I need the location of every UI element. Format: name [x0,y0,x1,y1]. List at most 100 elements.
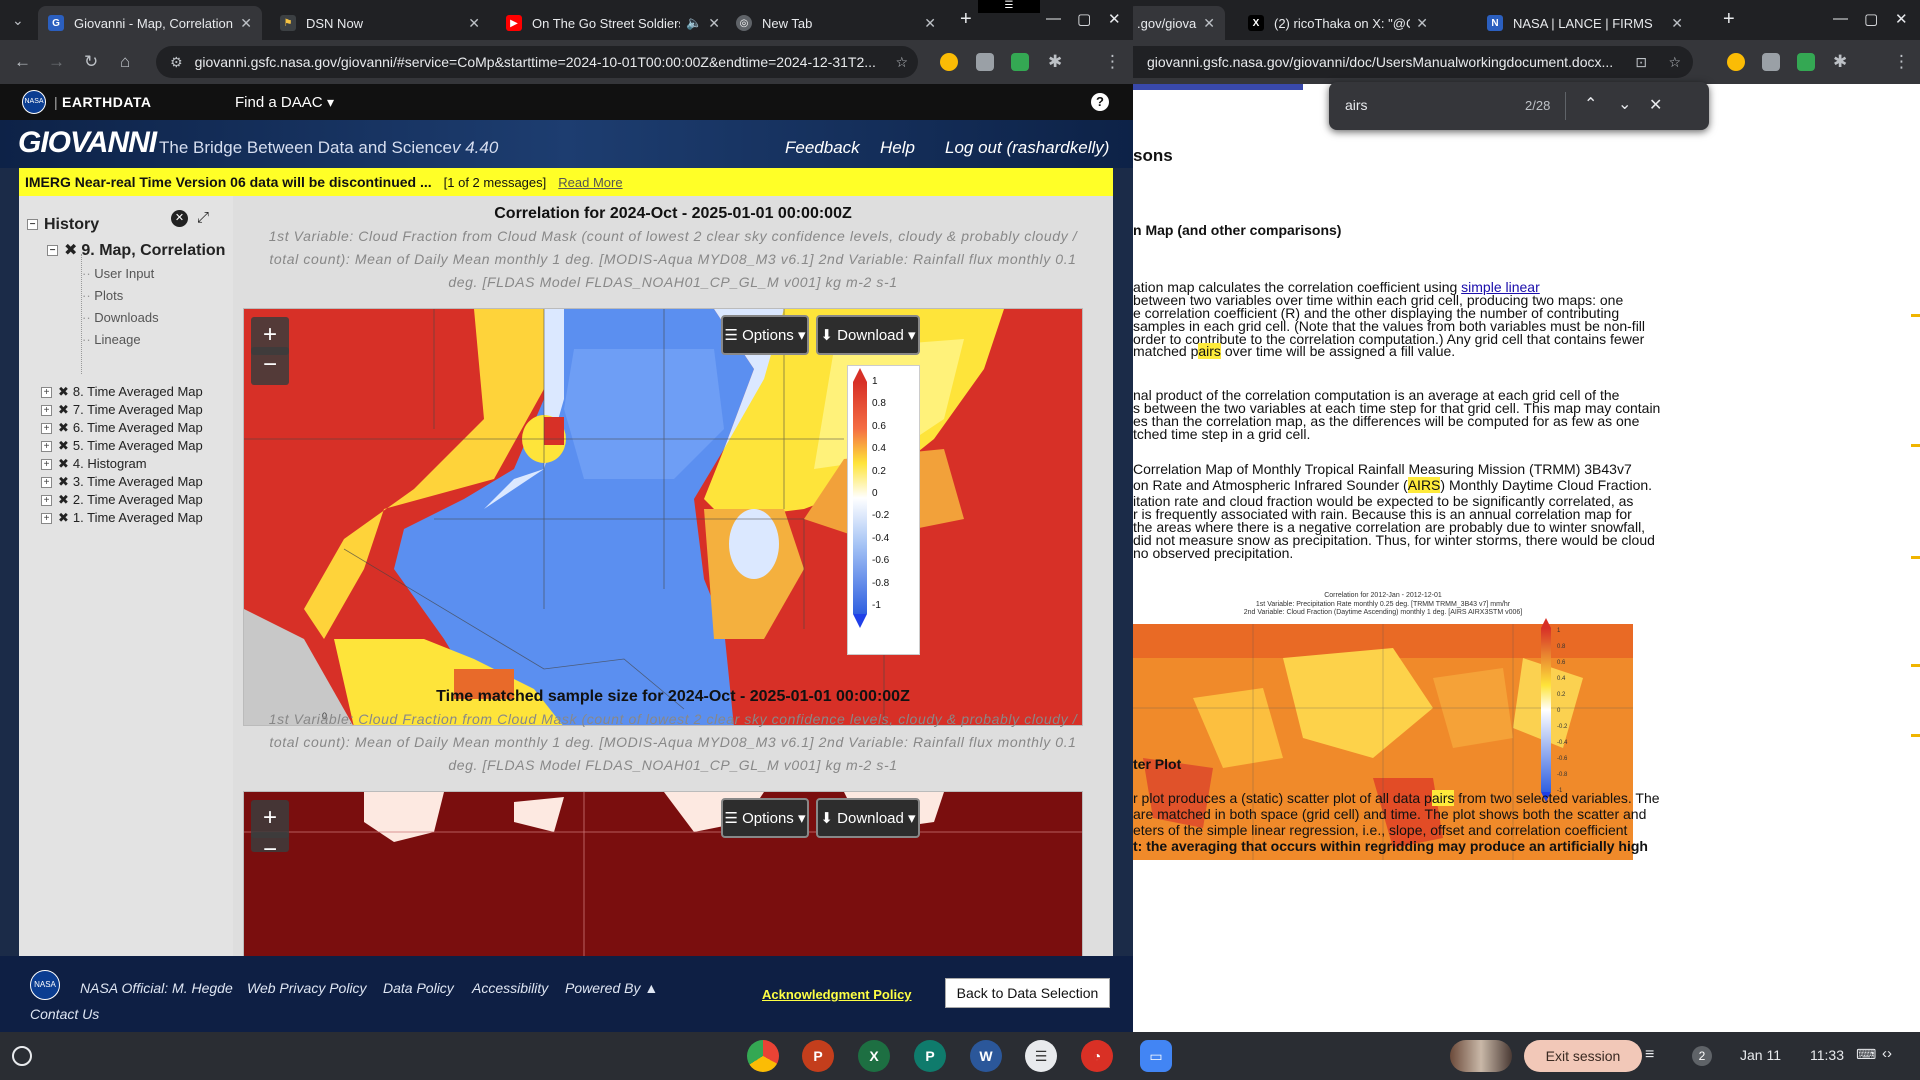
close-tab-icon[interactable]: ✕ [708,15,720,32]
notification-badge[interactable]: 2 [1692,1046,1712,1066]
privacy-link[interactable]: Web Privacy Policy [247,980,367,996]
remove-icon[interactable]: ✖ [58,492,69,507]
clear-history-icon[interactable]: ✕ [171,210,188,227]
find-daac-menu[interactable]: Find a DAAC [235,94,323,111]
home-icon[interactable]: ⌂ [120,52,130,72]
tab-firms[interactable]: N NASA | LANCE | FIRMS ✕ [1477,6,1693,40]
new-tab-button[interactable]: + [960,8,972,31]
powered-by-link[interactable]: Powered By ▲ [565,980,658,996]
read-more-link[interactable]: Read More [558,175,622,190]
menu-kebab-icon[interactable]: ⋮ [1893,52,1910,72]
tab-youtube[interactable]: ▶ On The Go Street Soldiers 🔈 ✕ [496,6,730,40]
history-item-current[interactable]: − ✖ 9. Map, Correlation [47,240,225,260]
timer-app-icon[interactable]: ◔ [1081,1040,1113,1072]
date-display[interactable]: Jan 11 [1740,1047,1781,1063]
word-app-icon[interactable]: W [970,1040,1002,1072]
contact-link[interactable]: Contact Us [30,1006,99,1022]
docs-app-icon[interactable]: ☰ [1025,1040,1057,1072]
exit-session-button[interactable]: Exit session [1524,1040,1642,1072]
history-item[interactable]: + ✖ 5. Time Averaged Map [41,438,203,454]
green-extension-icon[interactable] [1011,53,1029,71]
maximize-icon[interactable]: ▢ [1077,10,1091,28]
expand-icon[interactable]: ⤢ [197,209,209,226]
collapse-icon[interactable]: − [27,219,38,231]
tote-icon[interactable]: ≡ [1645,1046,1654,1064]
history-header[interactable]: − History [27,216,99,234]
tab-giovanni-doc[interactable]: .gov/giovan ✕ [1133,6,1225,40]
tab-giovanni[interactable]: G Giovanni - Map, Correlation ✕ [38,6,262,40]
remove-icon[interactable]: ✖ [58,384,69,399]
address-bar[interactable]: ⚙ giovanni.gsfc.nasa.gov/giovanni/#servi… [156,46,918,78]
nasa-logo-icon[interactable]: NASA [22,90,46,114]
close-tab-icon[interactable]: ✕ [240,15,252,32]
logout-link[interactable]: Log out (rashardkelly) [945,138,1109,158]
history-item[interactable]: + ✖ 6. Time Averaged Map [41,420,203,436]
extensions-puzzle-icon[interactable]: ✱ [1833,52,1847,72]
sub-downloads[interactable]: ·· Downloads [82,310,159,325]
find-next-icon[interactable]: ⌄ [1618,94,1631,114]
find-input[interactable]: airs [1345,97,1368,113]
tab-x-post[interactable]: X (2) ricoThaka on X: "@CENTCO ✕ [1238,6,1438,40]
giovanni-logo[interactable]: GIOVANNI [18,126,157,160]
nasa-meatball-icon[interactable]: NASA [30,970,60,1000]
tab-dsn-now[interactable]: ⚑ DSN Now ✕ [270,6,490,40]
copy-extension-icon[interactable] [976,53,994,71]
sub-user-input[interactable]: ·· User Input [82,266,154,281]
close-tab-icon[interactable]: ✕ [1671,15,1683,32]
address-bar[interactable]: giovanni.gsfc.nasa.gov/giovanni/doc/User… [1133,46,1693,78]
close-tab-icon[interactable]: ✕ [1416,15,1428,32]
keyboard-icon[interactable]: ⌨ [1856,1046,1876,1063]
history-item[interactable]: + ✖ 2. Time Averaged Map [41,492,203,508]
publisher-app-icon[interactable]: P [914,1040,946,1072]
remove-icon[interactable]: ✖ [58,420,69,435]
powerpoint-app-icon[interactable]: P [802,1040,834,1072]
feedback-link[interactable]: Feedback [785,138,860,158]
tab-search-icon[interactable]: ⌄ [12,12,24,29]
remove-icon[interactable]: ✖ [64,242,77,259]
correlation-map[interactable]: 0 + − ☰ Options ▾ ⬇ Download ▾ 1 0.8 0.6… [243,308,1083,726]
expand-icon[interactable]: + [41,495,52,507]
data-policy-link[interactable]: Data Policy [383,980,454,996]
expand-icon[interactable]: + [41,513,52,525]
help-icon[interactable]: ? [1091,93,1109,111]
close-tab-icon[interactable]: ✕ [924,15,936,32]
expand-icon[interactable]: + [41,387,52,399]
drag-handle[interactable]: ☰ [978,0,1040,13]
chrome-app-icon[interactable] [747,1040,779,1072]
reader-icon[interactable]: ⊡ [1635,54,1647,71]
expand-icon[interactable]: + [41,477,52,489]
zoom-out-button[interactable]: − [251,832,289,863]
minimize-icon[interactable]: — [1833,10,1848,27]
remove-icon[interactable]: ✖ [58,510,69,525]
green-extension-icon[interactable] [1797,53,1815,71]
find-close-icon[interactable]: ✕ [1649,95,1662,115]
expand-icon[interactable]: + [41,441,52,453]
launcher-icon[interactable] [12,1046,32,1066]
collapse-icon[interactable]: − [47,245,58,257]
bookmark-star-icon[interactable]: ☆ [895,54,908,71]
sub-lineage[interactable]: ·· Lineage [82,332,141,347]
back-to-data-selection-button[interactable]: Back to Data Selection [945,978,1110,1008]
chrome-extension-icon[interactable] [1727,53,1745,71]
forward-icon[interactable]: → [48,52,65,72]
close-tab-icon[interactable]: ✕ [468,15,480,32]
bookmark-star-icon[interactable]: ☆ [1668,54,1681,71]
history-item[interactable]: + ✖ 3. Time Averaged Map [41,474,203,490]
minimize-icon[interactable]: — [1046,10,1061,27]
reload-icon[interactable]: ↻ [84,52,98,72]
new-tab-button[interactable]: + [1723,8,1735,31]
history-item[interactable]: + ✖ 7. Time Averaged Map [41,402,203,418]
excel-app-icon[interactable]: X [858,1040,890,1072]
history-item[interactable]: + ✖ 4. Histogram [41,456,147,472]
expand-icon[interactable]: + [41,405,52,417]
site-info-icon[interactable]: ⚙ [170,54,183,71]
remove-icon[interactable]: ✖ [58,402,69,417]
download-button[interactable]: ⬇ Download ▾ [816,315,920,355]
zoom-out-button[interactable]: − [251,347,289,385]
avatars-icon[interactable] [1450,1040,1512,1072]
code-icon[interactable]: ‹› [1882,1045,1892,1062]
remove-icon[interactable]: ✖ [58,438,69,453]
back-icon[interactable]: ← [14,52,31,72]
time-display[interactable]: 11:33 [1810,1047,1844,1063]
menu-kebab-icon[interactable]: ⋮ [1104,52,1121,72]
